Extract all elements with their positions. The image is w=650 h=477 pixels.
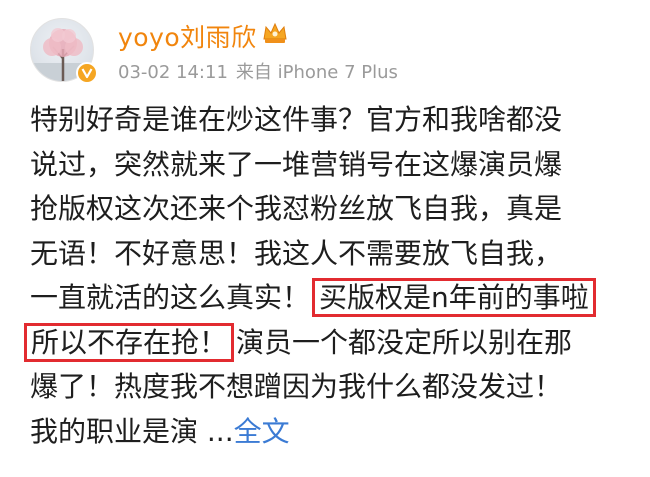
highlight-box: 买版权是n年前的事啦 [312,278,596,317]
post-meta: 03-02 14:11 来自 iPhone 7 Plus [118,58,398,84]
post-text: 演员一个都没定所以别在那 [236,325,573,359]
post-text: 我的职业是演 ... [30,414,234,448]
highlight-box: 所以不存在抢！ [24,322,235,362]
post-line: 爆了！热度我不想蹭因为我什么都没发过！ [30,370,563,403]
post-line: 所以不存在抢！ 演员一个都没定所以别在那 [24,321,640,366]
post-body[interactable]: 特别好奇是谁在炒这件事？官方和我啥都没 说过，突然就来了一堆营销号在这爆演员爆 … [24,98,640,455]
post-line: 无语！不好意思！我这人不需要放飞自我， [30,236,563,270]
post-line: 抢版权这次还来个我怼粉丝放飞自我，真是 [30,192,563,225]
post-timestamp: 03-02 14:11 [118,62,228,83]
post-line: 我的职业是演 ...全文 [30,410,640,455]
username-link[interactable]: yoyo刘雨欣 [118,18,257,54]
post-line: 说过，突然就来了一堆营销号在这爆演员爆 [30,147,563,181]
verified-badge-icon [76,62,98,84]
vip-crown-icon[interactable] [262,21,288,45]
full-text-link[interactable]: 全文 [234,415,290,448]
post-line: 一直就活的这么真实！ 买版权是n年前的事啦 [30,276,640,321]
post-text: 一直就活的这么真实！ [30,281,311,314]
post-source: 来自 iPhone 7 Plus [235,62,398,83]
post-line: 特别好奇是谁在炒这件事？官方和我啥都没 [30,103,563,136]
avatar[interactable] [30,18,98,84]
